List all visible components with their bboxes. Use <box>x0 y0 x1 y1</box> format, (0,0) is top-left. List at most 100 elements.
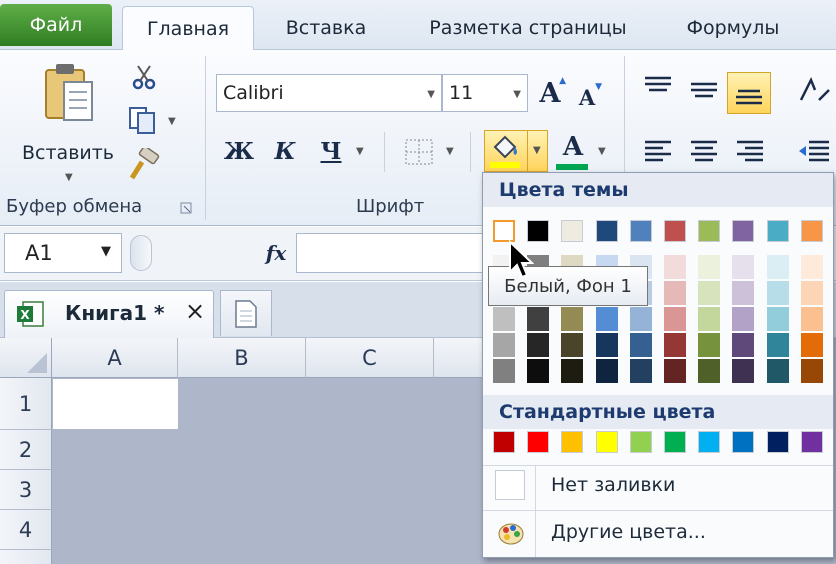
theme-shade-swatch[interactable] <box>766 281 789 305</box>
theme-shade-swatch[interactable] <box>527 307 550 331</box>
align-left-icon[interactable] <box>643 138 673 166</box>
theme-shade-swatch[interactable] <box>800 359 823 383</box>
theme-shade-swatch[interactable] <box>595 307 618 331</box>
theme-shade-swatch[interactable] <box>664 359 686 383</box>
bold-button[interactable]: Ж <box>222 134 256 168</box>
theme-shade-swatch[interactable] <box>698 359 721 383</box>
formula-input[interactable] <box>296 233 496 273</box>
theme-shade-swatch[interactable] <box>766 359 789 383</box>
row-header[interactable] <box>0 550 52 564</box>
theme-shade-swatch[interactable] <box>800 281 823 305</box>
cut-icon[interactable] <box>132 64 156 90</box>
theme-shade-swatch[interactable] <box>800 307 823 331</box>
theme-shade-swatch[interactable] <box>629 359 652 383</box>
theme-shade-swatch[interactable] <box>629 333 652 357</box>
fill-dropdown-icon[interactable]: ▼ <box>533 145 541 156</box>
no-fill-item[interactable]: Нет заливки <box>483 466 833 510</box>
theme-shade-swatch[interactable] <box>595 333 618 357</box>
standard-color-swatch[interactable] <box>595 431 618 453</box>
theme-color-swatch[interactable] <box>493 220 515 242</box>
theme-color-swatch[interactable] <box>629 220 652 242</box>
theme-shade-swatch[interactable] <box>629 307 652 331</box>
dialog-launcher-icon[interactable] <box>180 202 192 214</box>
theme-color-swatch[interactable] <box>595 220 618 242</box>
standard-color-swatch[interactable] <box>664 431 686 453</box>
theme-shade-swatch[interactable] <box>561 333 584 357</box>
column-header[interactable]: A <box>52 338 178 378</box>
grow-font-button[interactable]: A ▲ <box>534 76 566 110</box>
insert-function-button[interactable]: fx <box>258 235 294 271</box>
row-header[interactable]: 4 <box>0 510 52 550</box>
theme-color-swatch[interactable] <box>766 220 789 242</box>
tab-page-layout[interactable]: Разметка страницы <box>408 6 648 50</box>
borders-icon[interactable] <box>404 138 434 166</box>
theme-shade-swatch[interactable] <box>561 359 584 383</box>
standard-color-swatch[interactable] <box>493 431 515 453</box>
cell-a1[interactable] <box>53 379 178 429</box>
theme-shade-swatch[interactable] <box>732 359 755 383</box>
underline-button[interactable]: Ч <box>314 134 348 168</box>
tab-home[interactable]: Главная <box>122 6 254 51</box>
copy-dropdown-icon[interactable]: ▼ <box>168 116 176 127</box>
tab-file[interactable]: Файл <box>0 4 112 46</box>
name-box[interactable]: A1 ▼ <box>4 233 122 273</box>
standard-color-swatch[interactable] <box>800 431 823 453</box>
align-right-icon[interactable] <box>735 138 765 166</box>
theme-shade-swatch[interactable] <box>698 307 721 331</box>
theme-shade-swatch[interactable] <box>493 307 515 331</box>
theme-color-swatch[interactable] <box>561 220 584 242</box>
standard-color-swatch[interactable] <box>527 431 550 453</box>
theme-shade-swatch[interactable] <box>664 255 686 279</box>
more-colors-item[interactable]: Другие цвета... <box>483 511 833 557</box>
theme-shade-swatch[interactable] <box>732 333 755 357</box>
standard-color-swatch[interactable] <box>698 431 721 453</box>
theme-shade-swatch[interactable] <box>732 307 755 331</box>
theme-color-swatch[interactable] <box>698 220 721 242</box>
theme-shade-swatch[interactable] <box>527 333 550 357</box>
font-name-combo[interactable]: Calibri ▼ <box>216 74 442 112</box>
theme-shade-swatch[interactable] <box>800 255 823 279</box>
new-workbook-tab[interactable] <box>220 290 272 336</box>
theme-shade-swatch[interactable] <box>527 359 550 383</box>
theme-shade-swatch[interactable] <box>766 333 789 357</box>
theme-shade-swatch[interactable] <box>561 307 584 331</box>
theme-color-swatch[interactable] <box>732 220 755 242</box>
workbook-tab[interactable]: X Книга1 * × <box>4 290 214 338</box>
format-painter-icon[interactable] <box>128 148 160 182</box>
theme-shade-swatch[interactable] <box>698 281 721 305</box>
theme-shade-swatch[interactable] <box>800 333 823 357</box>
theme-shade-swatch[interactable] <box>664 281 686 305</box>
paste-button[interactable]: Вставить ▼ <box>12 58 124 192</box>
underline-dropdown-icon[interactable]: ▼ <box>356 146 364 157</box>
align-middle-icon[interactable] <box>689 76 719 102</box>
theme-shade-swatch[interactable] <box>766 307 789 331</box>
column-header[interactable]: B <box>178 338 306 378</box>
orientation-icon[interactable] <box>797 74 831 106</box>
borders-dropdown-icon[interactable]: ▼ <box>446 146 454 157</box>
theme-shade-swatch[interactable] <box>493 333 515 357</box>
align-top-icon[interactable] <box>643 74 673 100</box>
align-bottom-button[interactable] <box>727 72 771 114</box>
theme-shade-swatch[interactable] <box>698 255 721 279</box>
standard-color-swatch[interactable] <box>561 431 584 453</box>
font-color-button[interactable]: A <box>556 130 590 164</box>
italic-button[interactable]: К <box>268 134 302 168</box>
theme-shade-swatch[interactable] <box>766 255 789 279</box>
row-header[interactable]: 2 <box>0 430 52 470</box>
column-header[interactable]: C <box>306 338 434 378</box>
column-header[interactable] <box>434 338 484 378</box>
copy-icon[interactable] <box>128 106 158 134</box>
select-all-button[interactable] <box>0 338 52 378</box>
tab-insert[interactable]: Вставка <box>270 6 382 50</box>
font-color-dropdown-icon[interactable]: ▼ <box>598 146 606 157</box>
theme-shade-swatch[interactable] <box>493 359 515 383</box>
align-center-icon[interactable] <box>689 138 719 166</box>
tab-formulas[interactable]: Формулы <box>668 6 798 50</box>
indent-icon[interactable] <box>797 138 831 166</box>
theme-color-swatch[interactable] <box>800 220 823 242</box>
theme-shade-swatch[interactable] <box>732 255 755 279</box>
theme-color-swatch[interactable] <box>664 220 686 242</box>
standard-color-swatch[interactable] <box>732 431 755 453</box>
theme-shade-swatch[interactable] <box>698 333 721 357</box>
font-size-combo[interactable]: 11 ▼ <box>442 74 528 112</box>
